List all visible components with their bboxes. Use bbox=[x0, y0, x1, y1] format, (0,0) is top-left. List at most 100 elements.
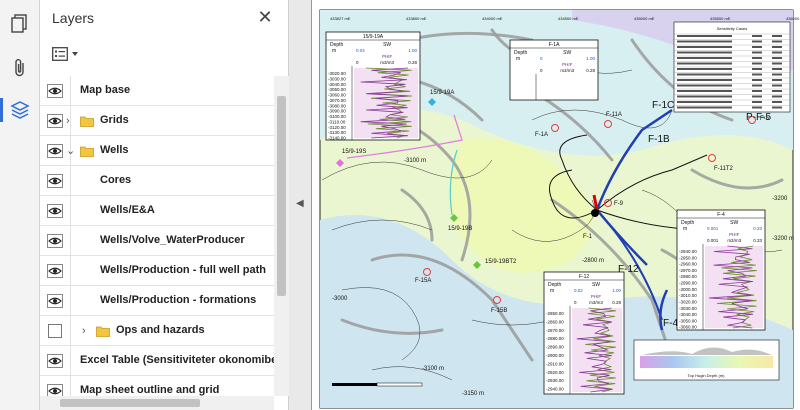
column-divider bbox=[70, 316, 71, 345]
eye-icon[interactable] bbox=[47, 294, 63, 308]
log-panel-title: F-1A bbox=[549, 42, 561, 48]
log-unit: m bbox=[516, 56, 520, 62]
eye-icon[interactable] bbox=[47, 384, 63, 396]
eye-icon[interactable] bbox=[47, 234, 63, 248]
layers-icon[interactable] bbox=[0, 96, 34, 124]
layer-row[interactable]: Wells/E&A bbox=[40, 196, 274, 226]
layer-row[interactable]: Wells/Production - formations bbox=[40, 286, 274, 316]
layer-row[interactable]: Map sheet outline and grid bbox=[40, 376, 274, 396]
table-cell-text bbox=[752, 95, 762, 98]
close-panel-button[interactable]: ✕ bbox=[255, 7, 275, 27]
scroll-thumb[interactable] bbox=[277, 96, 286, 296]
table-cell-text bbox=[677, 57, 732, 59]
log-depth-value: -3050.00 bbox=[679, 318, 697, 323]
layer-row[interactable]: ⌄ Wells bbox=[40, 136, 274, 166]
eye-icon[interactable] bbox=[47, 84, 63, 98]
panel-header: Layers ✕ bbox=[40, 0, 289, 36]
layer-row[interactable]: Cores bbox=[40, 166, 274, 196]
field-map: 433827 mE 433800 mE 434000 mE 434500 mE 4350… bbox=[312, 0, 800, 410]
log-depth-value: -2970.00 bbox=[679, 268, 697, 273]
well-label: 15/9-19A bbox=[430, 90, 454, 96]
scroll-thumb[interactable] bbox=[60, 399, 200, 407]
attachments-icon[interactable] bbox=[6, 54, 34, 82]
well-label: P-F-5 bbox=[746, 112, 771, 123]
chevron-down-icon[interactable]: ⌄ bbox=[66, 145, 76, 157]
table-cell-text bbox=[752, 90, 762, 92]
log-panel-title: 15/9-19A bbox=[363, 34, 384, 40]
log-unit: m bbox=[332, 48, 336, 54]
log-depth-value: -3060.00 bbox=[679, 325, 697, 330]
chevron-right-icon[interactable]: › bbox=[82, 325, 92, 337]
log-depth-value: -3130.00 bbox=[328, 130, 346, 135]
layer-label: Wells/Production - formations bbox=[100, 294, 257, 306]
log-range-max: 0.33 bbox=[753, 238, 762, 243]
layer-row[interactable]: › Ops and hazards bbox=[40, 316, 274, 346]
eye-icon[interactable] bbox=[47, 354, 63, 368]
chevron-right-icon[interactable]: › bbox=[66, 115, 76, 127]
visibility-checkbox[interactable] bbox=[48, 324, 62, 338]
log-unit: m bbox=[683, 226, 687, 232]
layer-label: Grids bbox=[100, 114, 129, 126]
layer-row[interactable]: Wells/Volve_WaterProducer bbox=[40, 226, 274, 256]
log-range-max: 0.28 bbox=[408, 60, 417, 65]
eye-icon[interactable] bbox=[47, 174, 63, 188]
column-divider bbox=[70, 196, 71, 225]
log-depth-value: -2940.00 bbox=[546, 387, 564, 392]
layer-options-button[interactable] bbox=[52, 42, 79, 66]
table-cell-text bbox=[752, 84, 762, 87]
table-cell-text bbox=[677, 68, 732, 70]
panel-splitter[interactable]: ◀ bbox=[289, 0, 311, 410]
layer-label: Excel Table (Sensitiviteter okonomiber bbox=[80, 354, 274, 366]
table-cell-text bbox=[752, 51, 762, 54]
log-column-header: SW bbox=[563, 50, 571, 56]
column-divider bbox=[70, 226, 71, 255]
sensitivity-table: Sensitivity Cases bbox=[673, 21, 791, 113]
table-cell-text bbox=[772, 95, 782, 98]
log-depth-value: -3020.00 bbox=[328, 71, 346, 76]
layers-panel: Layers ✕ Map base › Grids ⌄ Wells Cores Wells/… bbox=[40, 0, 289, 410]
eye-icon[interactable] bbox=[47, 144, 63, 158]
log-depth-value: -2870.00 bbox=[546, 328, 564, 333]
column-divider bbox=[70, 256, 71, 285]
contour-label: -3000 bbox=[332, 296, 348, 302]
log-range-min: 0.02 bbox=[574, 288, 583, 293]
layers-vertical-scrollbar[interactable] bbox=[274, 76, 289, 396]
table-cell-text bbox=[677, 35, 732, 37]
table-cell-text bbox=[677, 84, 732, 87]
layer-label: Wells/E&A bbox=[100, 204, 155, 216]
eye-icon[interactable] bbox=[47, 264, 63, 278]
layer-row[interactable]: Wells/Production - full well path bbox=[40, 256, 274, 286]
log-panel: 15/9-19ADepth SWm 0.04 1.00PHIF0 m3/m3 0.28-3… bbox=[325, 31, 421, 141]
layers-horizontal-scrollbar[interactable] bbox=[40, 396, 274, 410]
log-curve-unit: m3/m3 bbox=[380, 60, 394, 65]
layer-label: Map sheet outline and grid bbox=[80, 384, 220, 396]
log-depth-value: -3010.00 bbox=[679, 293, 697, 298]
table-cell-text bbox=[752, 57, 762, 59]
table-cell-text bbox=[752, 79, 762, 81]
column-divider bbox=[70, 166, 71, 195]
layer-label: Wells/Production - full well path bbox=[100, 264, 267, 276]
pages-icon[interactable] bbox=[6, 10, 34, 38]
well-label: F-9 bbox=[614, 201, 624, 207]
layer-label: Ops and hazards bbox=[116, 324, 205, 336]
eye-icon[interactable] bbox=[47, 204, 63, 218]
log-depth-value: -3140.00 bbox=[328, 136, 346, 141]
coordinate-label: 433800 mE bbox=[406, 16, 427, 21]
eye-icon[interactable] bbox=[47, 114, 63, 128]
table-cell-text bbox=[772, 73, 782, 76]
log-curve-name: PHIF bbox=[382, 54, 393, 59]
table-cell-text bbox=[772, 79, 782, 81]
layer-row[interactable]: › Grids bbox=[40, 106, 274, 136]
log-curve-unit: m3/m3 bbox=[589, 300, 603, 305]
list-options-icon bbox=[52, 47, 68, 61]
well-label: F-1A bbox=[535, 132, 548, 138]
layer-row[interactable]: Excel Table (Sensitiviteter okonomiber bbox=[40, 346, 274, 376]
layer-row[interactable]: Map base bbox=[40, 76, 274, 106]
log-depth-value: -2860.00 bbox=[546, 319, 564, 324]
scale-bar bbox=[332, 383, 377, 386]
well-label: F-1C bbox=[652, 100, 674, 111]
log-depth-value: -3030.00 bbox=[679, 306, 697, 311]
column-divider bbox=[70, 346, 71, 375]
collapse-panel-icon[interactable]: ◀ bbox=[296, 198, 304, 209]
document-view[interactable]: 433827 mE 433800 mE 434000 mE 434500 mE 4350… bbox=[311, 0, 800, 410]
